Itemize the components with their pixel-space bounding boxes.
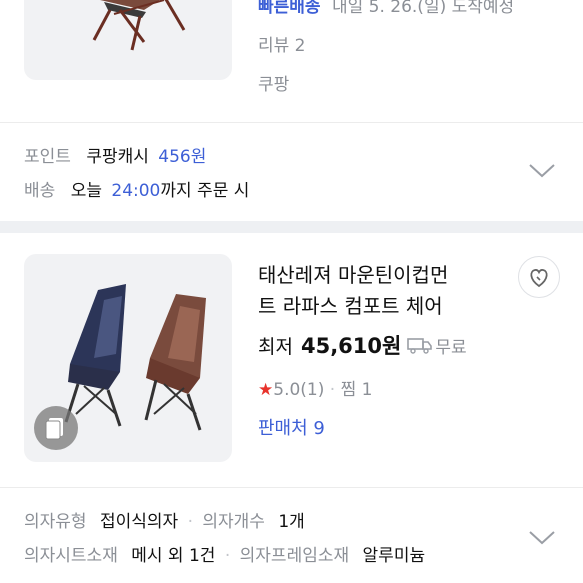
point-type: 쿠팡캐시 xyxy=(86,147,149,167)
divider xyxy=(0,122,583,123)
rating-value: 5.0 xyxy=(273,380,301,400)
rocket-delivery-badge: 빠른배송 xyxy=(258,0,321,17)
product-title-line1: 태산레져 마운틴이컵먼 xyxy=(258,263,449,287)
shipping-label: 배송 xyxy=(24,181,56,201)
heart-icon xyxy=(530,269,548,288)
rating-row: ★5.0(1) · 찜 1 xyxy=(258,375,372,400)
spec-value: 1개 xyxy=(278,512,305,532)
shipping-fee: 무료 xyxy=(435,338,467,358)
point-label: 포인트 xyxy=(24,147,71,167)
delivery-row: 빠른배송 내일 5. 26.(일) 도착예정 xyxy=(258,0,514,17)
product-title-line2: 트 라파스 컴포트 체어 xyxy=(258,294,443,318)
spec-value: 접이식의자 xyxy=(99,512,179,532)
review-count[interactable]: 리뷰 2 xyxy=(258,31,306,56)
dot-separator: · xyxy=(187,512,193,532)
gallery-badge[interactable] xyxy=(34,406,78,450)
price: 45,610원 xyxy=(300,334,402,358)
point-amount: 456원 xyxy=(158,147,207,167)
shipping-time: 24:00 xyxy=(111,181,161,201)
spec-label: 의자프레임소재 xyxy=(239,546,350,566)
spec-value: 알루미늄 xyxy=(362,546,426,566)
product-title[interactable]: 태산레져 마운틴이컵먼 트 라파스 컴포트 체어 xyxy=(258,260,448,322)
shipping-suffix: 까지 주문 시 xyxy=(160,181,250,201)
star-icon: ★ xyxy=(258,380,274,400)
wish-count: 찜 1 xyxy=(340,380,373,400)
spec-row: 의자시트소재 메시 외 1건 · 의자프레임소재 알루미늄 xyxy=(24,541,425,566)
point-row: 포인트 쿠팡캐시 456원 xyxy=(24,142,206,167)
image-stack-icon xyxy=(45,418,63,440)
spec-label: 의자개수 xyxy=(202,512,265,532)
section-separator xyxy=(0,221,583,233)
price-row: 최저 45,610원 무료 xyxy=(258,330,467,360)
spec-label: 의자시트소재 xyxy=(24,546,118,566)
delivery-date: 내일 5. 26.(일) 도착예정 xyxy=(331,0,515,17)
divider xyxy=(0,487,583,488)
shipping-row: 배송 오늘 24:00까지 주문 시 xyxy=(24,176,249,201)
product1-thumbnail[interactable] xyxy=(24,0,232,80)
chair-image xyxy=(92,0,186,51)
chevron-down-icon[interactable] xyxy=(528,527,556,547)
dot-separator: · xyxy=(224,546,231,566)
price-prefix: 최저 xyxy=(258,336,293,358)
spec-label: 의자유형 xyxy=(24,512,87,532)
rating-count: (1) xyxy=(300,380,325,400)
chevron-down-icon[interactable] xyxy=(528,160,556,180)
product2-thumbnail[interactable] xyxy=(24,254,232,462)
spec-value: 메시 외 1건 xyxy=(131,546,216,566)
seller-count-link[interactable]: 판매처 9 xyxy=(258,414,325,440)
shipping-day: 오늘 xyxy=(70,181,102,201)
seller-name[interactable]: 쿠팡 xyxy=(258,70,289,95)
dot-separator: · xyxy=(329,380,336,400)
wishlist-button[interactable] xyxy=(518,256,560,298)
spec-row: 의자유형 접이식의자 · 의자개수 1개 xyxy=(24,507,305,532)
truck-icon xyxy=(407,338,433,354)
